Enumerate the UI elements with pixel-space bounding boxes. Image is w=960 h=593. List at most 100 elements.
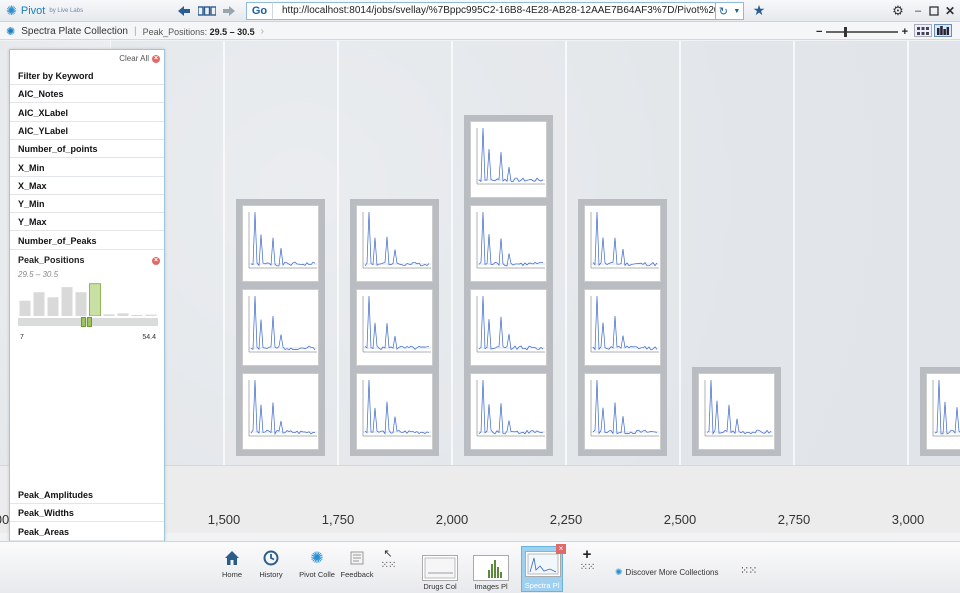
spectrum-card[interactable]: [242, 205, 319, 282]
range-slider-handle-right[interactable]: [87, 317, 92, 327]
histogram-bar[interactable]: [33, 292, 45, 316]
range-max-label: 54.4: [142, 334, 156, 341]
breadcrumb-filter-value: 29.5 – 30.5: [209, 26, 255, 37]
facet-peak-positions[interactable]: Peak_Positions × 29.5 – 30.5 7 54.4: [10, 252, 164, 341]
facet-y-min[interactable]: Y_Min: [10, 195, 164, 214]
feedback-icon: [336, 546, 378, 570]
graph-view-button[interactable]: [934, 24, 952, 37]
apps-grid-icon[interactable]: ⁙⁙: [740, 564, 757, 577]
breadcrumb-separator: |: [133, 26, 137, 37]
range-min-label: 7: [20, 334, 24, 341]
spectrum-card[interactable]: [926, 373, 960, 450]
facet-x-min[interactable]: X_Min: [10, 159, 164, 177]
plus-icon: +: [582, 545, 592, 563]
histogram-bar[interactable]: [89, 283, 101, 316]
grid-view-button[interactable]: [914, 24, 932, 37]
app-name: Pivot: [20, 5, 46, 17]
histogram-bar[interactable]: [117, 313, 129, 316]
maximize-button[interactable]: [928, 2, 940, 19]
spectrum-card[interactable]: [698, 373, 775, 450]
facet-aic-ylabel[interactable]: AIC_YLabel: [10, 122, 164, 140]
forward-button[interactable]: [221, 2, 237, 19]
histogram-bar[interactable]: [131, 314, 143, 316]
axis-tick-label: 2,750: [777, 512, 811, 527]
spectrum-card[interactable]: [470, 373, 547, 450]
settings-button[interactable]: ⚙: [891, 2, 905, 19]
spectrum-card[interactable]: [584, 289, 661, 366]
clear-all-button[interactable]: Clear All ×: [119, 54, 160, 63]
zoom-in-icon[interactable]: +: [902, 26, 908, 38]
facet-x-max[interactable]: X_Max: [10, 177, 164, 195]
facet-peak-widths[interactable]: Peak_Widths: [10, 504, 164, 523]
spectrum-card[interactable]: [470, 121, 547, 198]
facet-histogram[interactable]: [18, 280, 158, 316]
clear-facet-icon[interactable]: ×: [152, 257, 160, 265]
breadcrumb-bar: ✺ Spectra Plate Collection | Peak_Positi…: [0, 22, 960, 40]
histogram-bar[interactable]: [145, 314, 157, 316]
spectrum-card[interactable]: [242, 373, 319, 450]
zoom-thumb[interactable]: [844, 26, 848, 37]
histogram-bar[interactable]: [75, 292, 87, 316]
spectrum-card[interactable]: [584, 205, 661, 282]
spectrum-card[interactable]: [356, 289, 433, 366]
facet-filter-by-keyword[interactable]: Filter by Keyword: [10, 67, 164, 85]
clear-all-label: Clear All: [119, 54, 149, 63]
tabs-menu-button[interactable]: [197, 2, 217, 19]
chevron-down-icon[interactable]: ▼: [733, 8, 740, 15]
breadcrumb-collection[interactable]: Spectra Plate Collection: [21, 26, 128, 37]
facet-peak-areas[interactable]: Peak_Areas: [10, 523, 164, 541]
new-tab-button[interactable]: + ⁙⁙: [574, 546, 600, 592]
facet-aic-xlabel[interactable]: AIC_XLabel: [10, 104, 164, 122]
facet-peak-amplitudes[interactable]: Peak_Amplitudes: [10, 486, 164, 504]
breadcrumb-filter[interactable]: Peak_Positions: 29.5 – 30.5: [143, 27, 255, 37]
facet-aic-notes[interactable]: AIC_Notes: [10, 85, 164, 104]
spectrum-card[interactable]: [470, 289, 547, 366]
history-label: History: [259, 570, 283, 579]
zoom-slider[interactable]: − +: [816, 26, 908, 38]
apps-grid-icon: ⁙⁙: [380, 560, 397, 571]
close-tab-icon[interactable]: ×: [556, 544, 566, 554]
item-stack: [464, 115, 553, 456]
pivot-collections-button[interactable]: ✺ Pivot Colle: [296, 546, 338, 592]
range-slider[interactable]: [18, 317, 158, 327]
facet-number-of-peaks[interactable]: Number_of_Peaks: [10, 232, 164, 250]
tab-images-plates[interactable]: Images Pl: [470, 546, 512, 592]
item-stack: [236, 199, 325, 456]
facet-number-of-points[interactable]: Number_of_points: [10, 140, 164, 159]
zoom-track[interactable]: [826, 26, 898, 37]
spectrum-card[interactable]: [470, 205, 547, 282]
breadcrumb: ✺ Spectra Plate Collection | Peak_Positi…: [6, 25, 264, 38]
histogram-bar[interactable]: [103, 314, 115, 316]
favorite-button[interactable]: ★: [751, 2, 767, 19]
dock-menu-button[interactable]: ↖ ⁙⁙: [375, 546, 401, 592]
tab-spectra-plates-active[interactable]: Spectra Pl ×: [521, 544, 566, 592]
history-button[interactable]: History: [250, 546, 292, 592]
histogram-bar[interactable]: [47, 297, 59, 316]
spectrum-card[interactable]: [584, 373, 661, 450]
apps-grid-icon: ⁙⁙: [579, 562, 596, 573]
zoom-out-icon[interactable]: −: [816, 26, 822, 38]
discover-collections-link[interactable]: ✺ Discover More Collections: [615, 567, 718, 578]
home-button[interactable]: Home: [211, 546, 253, 592]
feedback-button[interactable]: Feedback: [336, 546, 378, 592]
range-slider-handle-left[interactable]: [81, 317, 86, 327]
pivot-logo: ✺ Pivot by Live Labs: [6, 3, 83, 19]
spectrum-card[interactable]: [356, 373, 433, 450]
axis-tick-label: 1,500: [207, 512, 241, 527]
item-stack: [692, 367, 781, 456]
clock-icon: [250, 546, 292, 570]
go-button[interactable]: Go: [246, 2, 272, 20]
refresh-icon[interactable]: ↻: [719, 5, 728, 18]
back-button[interactable]: [176, 2, 192, 19]
minimize-button[interactable]: –: [912, 2, 924, 19]
histogram-bar[interactable]: [19, 300, 31, 316]
facet-y-max[interactable]: Y_Max: [10, 213, 164, 232]
spectrum-card[interactable]: [242, 289, 319, 366]
close-icon: ×: [152, 54, 160, 63]
spectrum-card[interactable]: [356, 205, 433, 282]
url-input[interactable]: http://localhost:8014/jobs/svellay/%7Bpp…: [272, 2, 716, 20]
pivot-icon: ✺: [310, 550, 324, 567]
close-button[interactable]: ✕: [944, 2, 956, 19]
tab-drugs-collection[interactable]: Drugs Col: [419, 546, 461, 592]
histogram-bar[interactable]: [61, 287, 73, 316]
